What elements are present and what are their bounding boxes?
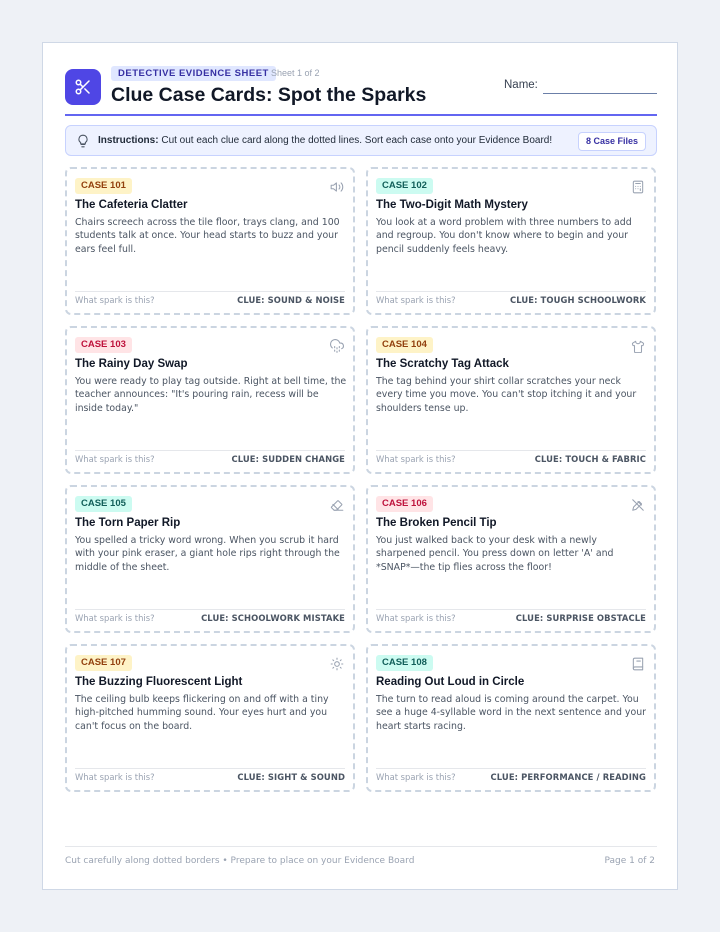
card-description: You look at a word problem with three nu… (376, 217, 632, 255)
spark-question: What spark is this? (376, 772, 456, 782)
spark-question: What spark is this? (75, 772, 155, 782)
broken-pencil-icon (631, 498, 645, 512)
case-number-badge: CASE 102 (376, 178, 433, 194)
instructions-banner: Instructions: Cut out each clue card alo… (65, 125, 657, 156)
card-title: The Two-Digit Math Mystery (376, 199, 528, 211)
card-description: You spelled a tricky word wrong. When yo… (75, 535, 340, 573)
lightbulb-icon (76, 133, 90, 149)
spark-question: What spark is this? (75, 295, 155, 305)
card-title: The Cafeteria Clatter (75, 199, 188, 211)
name-label: Name: (504, 79, 538, 91)
speaker-icon (330, 180, 344, 194)
clue-category: CLUE: SCHOOLWORK MISTAKE (201, 613, 345, 623)
clue-card[interactable]: CASE 103 The Rainy Day Swap You were ready… (65, 326, 355, 474)
card-title: The Buzzing Fluorescent Light (75, 676, 243, 688)
header: DETECTIVE EVIDENCE SHEET Sheet 1 of 2 Cl… (65, 65, 657, 117)
card-divider (75, 450, 345, 451)
clue-card[interactable]: CASE 107 The Buzzing Fluorescent Light The… (65, 644, 355, 792)
spark-question: What spark is this? (75, 454, 155, 464)
card-title: The Torn Paper Rip (75, 517, 181, 529)
clue-card[interactable]: CASE 102 The Two-Digit Math Mystery You lo… (366, 167, 656, 315)
sheet-number: Sheet 1 of 2 (271, 68, 320, 78)
case-number-badge: CASE 105 (75, 496, 132, 512)
calculator-icon (631, 180, 645, 194)
sun-icon (330, 657, 344, 671)
card-description: Chairs screech across the tile floor, tr… (75, 217, 340, 255)
card-divider (376, 291, 646, 292)
scissors-icon (75, 79, 90, 95)
card-description: The ceiling bulb keeps flickering on and… (75, 694, 329, 732)
shirt-icon (631, 339, 645, 353)
card-divider (75, 291, 345, 292)
card-divider (75, 609, 345, 610)
footer-note: Cut carefully along dotted borders • Pre… (65, 856, 415, 866)
spark-question: What spark is this? (75, 613, 155, 623)
case-number-badge: CASE 104 (376, 337, 433, 353)
book-icon (631, 657, 645, 671)
card-divider (376, 450, 646, 451)
card-title: The Rainy Day Swap (75, 358, 188, 370)
sheet-badge: DETECTIVE EVIDENCE SHEET (111, 66, 276, 81)
clue-category: CLUE: SIGHT & SOUND (237, 772, 345, 782)
clue-category: CLUE: SUDDEN CHANGE (231, 454, 345, 464)
clue-card[interactable]: CASE 101 The Cafeteria Clatter Chairs scre… (65, 167, 355, 315)
case-number-badge: CASE 107 (75, 655, 132, 671)
spark-question: What spark is this? (376, 454, 456, 464)
card-divider (376, 609, 646, 610)
clue-card[interactable]: CASE 104 The Scratchy Tag Attack The tag b… (366, 326, 656, 474)
case-number-badge: CASE 101 (75, 178, 132, 194)
card-divider (75, 768, 345, 769)
worksheet-page: DETECTIVE EVIDENCE SHEET Sheet 1 of 2 Cl… (42, 42, 678, 890)
header-divider (65, 114, 657, 116)
card-description: You just walked back to your desk with a… (376, 535, 614, 573)
scissors-logo (65, 69, 101, 105)
clue-category: CLUE: PERFORMANCE / READING (490, 772, 646, 782)
card-description: The tag behind your shirt collar scratch… (376, 376, 637, 414)
page-title: Clue Case Cards: Spot the Sparks (111, 84, 427, 106)
card-title: The Broken Pencil Tip (376, 517, 497, 529)
case-number-badge: CASE 106 (376, 496, 433, 512)
card-description: The turn to read aloud is coming around … (376, 694, 646, 732)
clue-category: CLUE: TOUGH SCHOOLWORK (509, 295, 646, 305)
card-title: Reading Out Loud in Circle (376, 676, 525, 688)
name-line[interactable] (543, 93, 657, 94)
clue-category: CLUE: SURPRISE OBSTACLE (515, 613, 646, 623)
rain-cloud-icon (330, 339, 344, 353)
case-number-badge: CASE 108 (376, 655, 433, 671)
clue-category: CLUE: SOUND & NOISE (237, 295, 345, 305)
instructions-text: Instructions: Cut out each clue card alo… (98, 134, 552, 148)
case-count-badge: 8 Case Files (577, 132, 646, 151)
footer-divider (65, 846, 657, 847)
eraser-icon (330, 498, 344, 512)
spark-question: What spark is this? (376, 613, 456, 623)
instructions-label: Instructions: (98, 135, 159, 146)
clue-category: CLUE: TOUCH & FABRIC (534, 454, 646, 464)
spark-question: What spark is this? (376, 295, 456, 305)
page-number: Page 1 of 2 (604, 856, 656, 866)
case-number-badge: CASE 103 (75, 337, 132, 353)
card-divider (376, 768, 646, 769)
clue-card[interactable]: CASE 106 The Broken Pencil Tip You just wa… (366, 485, 656, 633)
clue-card[interactable]: CASE 108 Reading Out Loud in Circle The tu… (366, 644, 656, 792)
card-title: The Scratchy Tag Attack (376, 358, 509, 370)
clue-card[interactable]: CASE 105 The Torn Paper Rip You spelled a … (65, 485, 355, 633)
card-description: You were ready to play tag outside. Righ… (75, 376, 347, 414)
instructions-body: Cut out each clue card along the dotted … (158, 135, 553, 146)
